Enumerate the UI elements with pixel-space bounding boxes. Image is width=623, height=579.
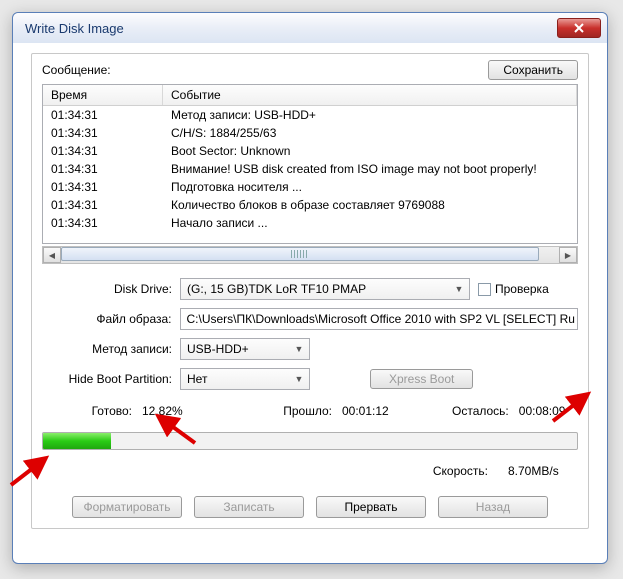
disk-drive-label: Disk Drive: (42, 282, 180, 296)
hide-boot-select[interactable]: Нет ▼ (180, 368, 310, 390)
log-row[interactable]: 01:34:31Количество блоков в образе соста… (43, 196, 577, 214)
scroll-left-button[interactable]: ◀ (43, 247, 61, 263)
image-file-label: Файл образа: (42, 312, 180, 326)
speed-value: 8.70MB/s (508, 464, 578, 478)
elapsed-value: 00:01:12 (342, 404, 389, 418)
log-event: Метод записи: USB-HDD+ (163, 106, 577, 124)
scroll-thumb[interactable] (61, 247, 539, 261)
ready-value: 12.82% (142, 404, 183, 418)
save-button[interactable]: Сохранить (488, 60, 578, 80)
log-list[interactable]: Время Событие 01:34:31Метод записи: USB-… (42, 84, 578, 244)
speed-label: Скорость: (433, 464, 488, 478)
ready-label: Готово: (42, 404, 132, 418)
abort-button[interactable]: Прервать (316, 496, 426, 518)
window-title: Write Disk Image (25, 21, 557, 36)
chevron-down-icon: ▼ (451, 284, 467, 294)
log-row[interactable]: 01:34:31Внимание! USB disk created from … (43, 160, 577, 178)
format-button[interactable]: Форматировать (72, 496, 182, 518)
scroll-right-button[interactable]: ▶ (559, 247, 577, 263)
close-button[interactable] (557, 18, 601, 38)
verify-label: Проверка (495, 282, 549, 296)
verify-checkbox[interactable] (478, 283, 491, 296)
write-disk-image-window: Write Disk Image Сообщение: Сохранить Вр… (12, 12, 608, 564)
log-event: Количество блоков в образе составляет 97… (163, 196, 577, 214)
log-time: 01:34:31 (43, 196, 163, 214)
progress-fill (43, 433, 111, 449)
hide-boot-label: Hide Boot Partition: (42, 372, 180, 386)
log-event: Boot Sector: Unknown (163, 142, 577, 160)
verify-checkbox-wrap[interactable]: Проверка (478, 282, 549, 296)
chevron-down-icon: ▼ (291, 374, 307, 384)
disk-drive-select[interactable]: (G:, 15 GB)TDK LoR TF10 PMAP ▼ (180, 278, 470, 300)
log-row[interactable]: 01:34:31Начало записи ... (43, 214, 577, 232)
remain-label: Осталось: (452, 404, 509, 418)
close-icon (574, 23, 584, 33)
write-button[interactable]: Записать (194, 496, 304, 518)
log-header[interactable]: Время Событие (43, 85, 577, 106)
log-time: 01:34:31 (43, 178, 163, 196)
log-header-event[interactable]: Событие (163, 85, 577, 105)
log-time: 01:34:31 (43, 214, 163, 232)
message-label: Сообщение: (42, 63, 488, 77)
main-frame: Сообщение: Сохранить Время Событие 01:34… (31, 53, 589, 529)
log-row[interactable]: 01:34:31Boot Sector: Unknown (43, 142, 577, 160)
log-header-time[interactable]: Время (43, 85, 163, 105)
log-event: Начало записи ... (163, 214, 577, 232)
log-event: Внимание! USB disk created from ISO imag… (163, 160, 577, 178)
log-row[interactable]: 01:34:31C/H/S: 1884/255/63 (43, 124, 577, 142)
horizontal-scrollbar[interactable]: ◀ ▶ (42, 246, 578, 264)
log-time: 01:34:31 (43, 160, 163, 178)
scroll-track[interactable] (61, 247, 559, 263)
log-time: 01:34:31 (43, 106, 163, 124)
write-method-label: Метод записи: (42, 342, 180, 356)
log-event: Подготовка носителя ... (163, 178, 577, 196)
elapsed-label: Прошло: (272, 404, 332, 418)
titlebar[interactable]: Write Disk Image (13, 13, 607, 43)
image-file-input[interactable]: C:\Users\ПК\Downloads\Microsoft Office 2… (180, 308, 579, 330)
log-row[interactable]: 01:34:31Подготовка носителя ... (43, 178, 577, 196)
chevron-down-icon: ▼ (291, 344, 307, 354)
progress-bar (42, 432, 578, 450)
window-content: Сообщение: Сохранить Время Событие 01:34… (13, 43, 607, 543)
log-time: 01:34:31 (43, 142, 163, 160)
xpress-boot-button[interactable]: Xpress Boot (370, 369, 473, 389)
log-time: 01:34:31 (43, 124, 163, 142)
write-method-select[interactable]: USB-HDD+ ▼ (180, 338, 310, 360)
remain-value: 00:08:09 (519, 404, 566, 418)
back-button[interactable]: Назад (438, 496, 548, 518)
log-event: C/H/S: 1884/255/63 (163, 124, 577, 142)
log-row[interactable]: 01:34:31Метод записи: USB-HDD+ (43, 106, 577, 124)
